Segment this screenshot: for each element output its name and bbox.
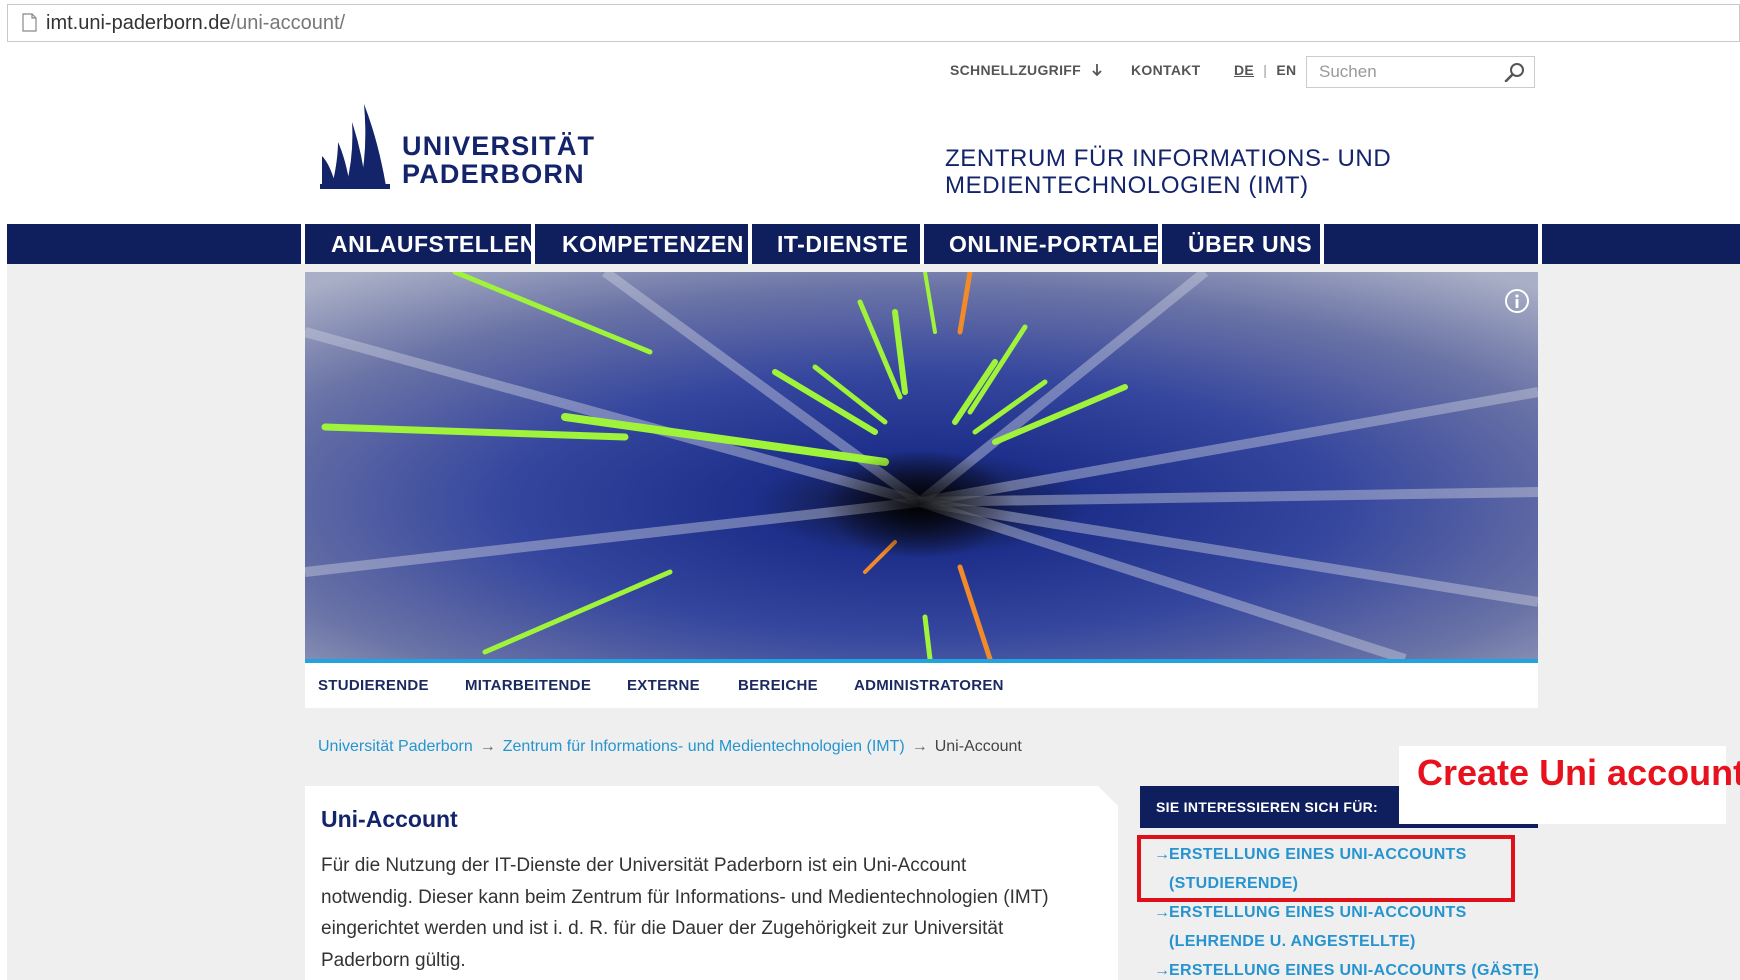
sidebar-link-line: ERSTELLUNG EINES UNI-ACCOUNTS (GÄSTE) [1169,962,1540,979]
page-title: Uni-Account [321,806,458,832]
intro-line: notwendig. Dieser kann beim Zentrum für … [321,886,1049,908]
breadcrumb-arrow: → [911,738,928,755]
site-title-line2: MEDIENTECHNOLOGIEN (IMT) [945,172,1309,199]
subnav-mitarbeitende[interactable]: MITARBEITENDE [465,677,591,694]
breadcrumb-link-imt[interactable]: Zentrum für Informations- und Medientech… [503,738,905,755]
nav-separator [1538,224,1542,264]
subnav-externe[interactable]: EXTERNE [627,677,700,694]
nav-item-ueber-uns[interactable]: ÜBER UNS [1188,231,1312,258]
sidebar-link-guests[interactable]: → ERSTELLUNG EINES UNI-ACCOUNTS (GÄSTE) [1154,956,1540,980]
url-host: imt.uni-paderborn.de [46,12,231,34]
nav-item-online-portale[interactable]: ONLINE-PORTALE [949,231,1159,258]
subnav-studierende[interactable]: STUDIERENDE [318,677,429,694]
info-icon[interactable] [1504,288,1530,314]
subnav-bereiche[interactable]: BEREICHE [738,677,818,694]
nav-separator [920,224,924,264]
nav-separator [301,224,305,264]
quick-access-label: SCHNELLZUGRIFF [950,62,1081,78]
sidebar-heading: SIE INTERESSIEREN SICH FÜR: [1156,799,1379,815]
site-title-line1: ZENTRUM FÜR INFORMATIONS- UND [945,145,1392,172]
university-name-line2: PADERBORN [402,159,585,189]
arrow-right-icon: → [1154,962,1171,979]
lang-de-link[interactable]: DE [1234,62,1254,78]
sidebar-link-line: ERSTELLUNG EINES UNI-ACCOUNTS [1169,904,1467,921]
nav-item-it-dienste[interactable]: IT-DIENSTE [777,231,909,258]
nav-separator [1320,224,1324,264]
breadcrumb-link-university[interactable]: Universität Paderborn [318,738,473,755]
intro-line: eingerichtet werden und ist i. d. R. für… [321,918,1004,939]
breadcrumb: Universität Paderborn → Zentrum für Inform… [318,738,1022,756]
breadcrumb-current: Uni-Account [934,738,1022,755]
url-path: /uni-account/ [230,12,346,34]
sidebar-link-staff[interactable]: → ERSTELLUNG EINES UNI-ACCOUNTS (LEHREND… [1154,898,1467,956]
sidebar-link-line: (LEHRENDE U. ANGESTELLTE) [1169,933,1416,950]
university-name-line1: UNIVERSITÄT [402,131,596,161]
nav-item-anlaufstellen[interactable]: ANLAUFSTELLEN [331,231,537,258]
annotation-text: Create Uni account [1417,752,1740,793]
card-corner-fold [1098,786,1118,806]
annotation-highlight-box [1137,835,1515,902]
url-text[interactable]: imt.uni-paderborn.de/uni-account/ [46,12,345,35]
intro-paragraph: Für die Nutzung der IT-Dienste der Unive… [321,850,1111,976]
language-switcher: DE | EN [1234,62,1296,78]
quick-access-link[interactable]: SCHNELLZUGRIFF [950,62,1103,78]
breadcrumb-arrow: → [479,738,496,755]
audience-navigation: STUDIERENDE MITARBEITENDE EXTERNE BEREIC… [305,663,1538,708]
nav-separator [748,224,752,264]
lang-en-link[interactable]: EN [1276,62,1296,78]
site-title: ZENTRUM FÜR INFORMATIONS- UND MEDIENTECH… [945,145,1391,199]
page-icon [22,13,37,32]
search-box [1306,56,1535,88]
lang-separator: | [1263,62,1268,78]
intro-line: Paderborn gültig. [321,949,466,971]
arrow-right-icon: → [1154,904,1171,921]
university-logo-icon[interactable] [320,100,390,190]
annotation-callout: Create Uni account [1399,746,1740,824]
main-navigation: ANLAUFSTELLEN KOMPETENZEN IT-DIENSTE ONL… [7,224,1740,264]
nav-item-kompetenzen[interactable]: KOMPETENZEN [562,231,744,258]
search-input[interactable] [1307,57,1497,87]
intro-line: Für die Nutzung der IT-Dienste der Unive… [321,855,967,876]
university-name[interactable]: UNIVERSITÄT PADERBORN [402,132,595,188]
contact-link[interactable]: KONTAKT [1131,62,1201,78]
arrow-down-icon [1092,64,1102,77]
search-icon[interactable] [1504,62,1526,82]
address-bar[interactable]: imt.uni-paderborn.de/uni-account/ [7,4,1740,42]
subnav-administratoren[interactable]: ADMINISTRATOREN [854,677,1004,694]
hero-image [305,272,1538,659]
